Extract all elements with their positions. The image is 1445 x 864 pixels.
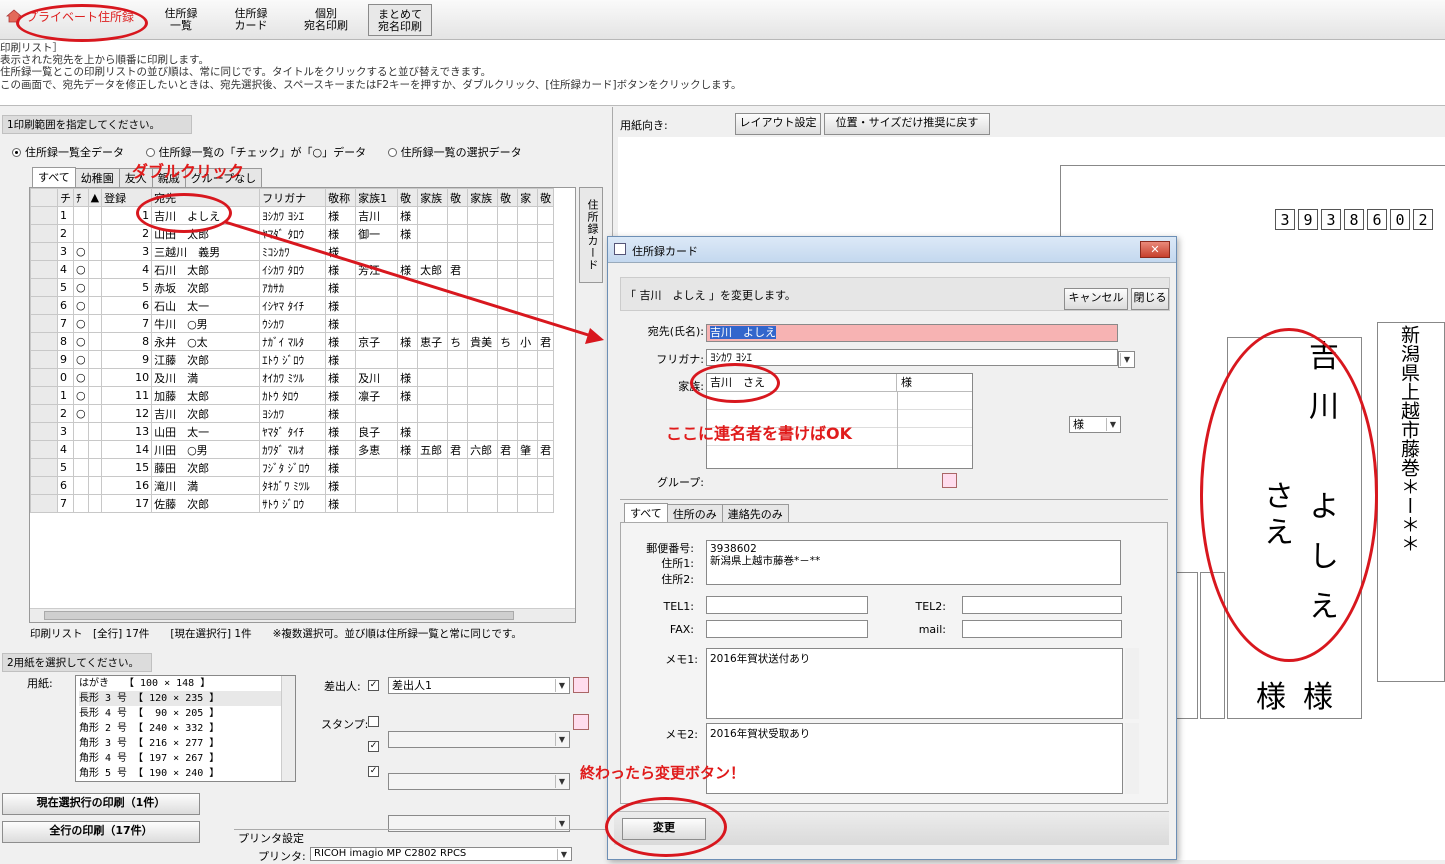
annotation-oval-preview xyxy=(1200,328,1378,662)
annotation-write-here: ここに連名者を書けばOK xyxy=(666,424,853,443)
annotation-oval-family xyxy=(690,363,780,403)
annotation-done: 終わったら変更ボタン！ xyxy=(580,764,746,782)
annotation-oval-change xyxy=(605,797,727,857)
